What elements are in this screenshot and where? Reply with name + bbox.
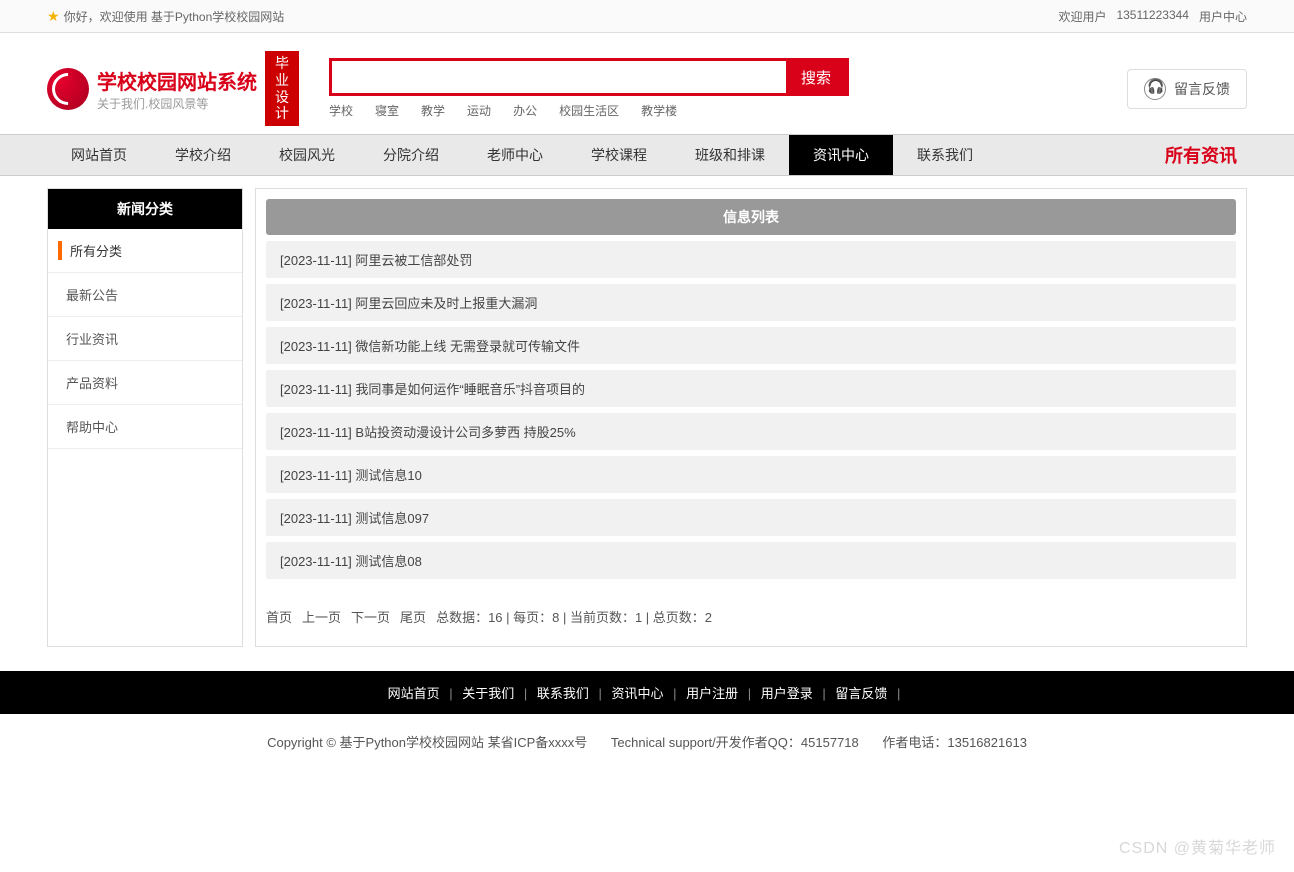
search-tag[interactable]: 寝室 <box>375 102 399 119</box>
search-input[interactable] <box>332 61 786 93</box>
nav-item[interactable]: 老师中心 <box>463 135 567 175</box>
site-subtitle: 关于我们.校园风景等 <box>97 95 257 112</box>
list-item[interactable]: [2023-11-11] 测试信息08 <box>266 542 1236 579</box>
welcome-text: 你好，欢迎使用 基于Python学校校园网站 <box>64 8 285 25</box>
list-item[interactable]: [2023-11-11] 阿里云被工信部处罚 <box>266 241 1236 278</box>
pager-first[interactable]: 首页 <box>266 607 292 626</box>
nav-item[interactable]: 联系我们 <box>893 135 997 175</box>
list-item[interactable]: [2023-11-11] B站投资动漫设计公司多萝西 持股25% <box>266 413 1236 450</box>
nav-item[interactable]: 网站首页 <box>47 135 151 175</box>
pager-last[interactable]: 尾页 <box>400 607 426 626</box>
footer-link[interactable]: 资讯中心 <box>611 686 663 701</box>
user-center-link[interactable]: 用户中心 <box>1199 8 1247 25</box>
search-tag[interactable]: 运动 <box>467 102 491 119</box>
nav-item[interactable]: 校园风光 <box>255 135 359 175</box>
list-title: 信息列表 <box>266 199 1236 235</box>
main-nav: 网站首页学校介绍校园风光分院介绍老师中心学校课程班级和排课资讯中心联系我们 所有资… <box>0 134 1294 176</box>
footer-link[interactable]: 网站首页 <box>388 686 440 701</box>
list-item[interactable]: [2023-11-11] 我同事是如何运作“睡眠音乐”抖音项目的 <box>266 370 1236 407</box>
search-button[interactable]: 搜索 <box>786 61 846 93</box>
site-title: 学校校园网站系统 <box>97 66 257 95</box>
footer-nav: 网站首页 | 关于我们 | 联系我们 | 资讯中心 | 用户注册 | 用户登录 … <box>0 671 1294 714</box>
list-item[interactable]: [2023-11-11] 测试信息097 <box>266 499 1236 536</box>
logo-icon <box>47 68 89 110</box>
nav-item[interactable]: 分院介绍 <box>359 135 463 175</box>
nav-all-news[interactable]: 所有资讯 <box>1165 135 1247 175</box>
pager-prev[interactable]: 上一页 <box>302 607 341 626</box>
sidebar: 新闻分类 所有分类最新公告行业资讯产品资料帮助中心 <box>47 188 243 647</box>
nav-item[interactable]: 班级和排课 <box>671 135 789 175</box>
headset-icon <box>1144 78 1166 100</box>
pager-next[interactable]: 下一页 <box>351 607 390 626</box>
search-tag[interactable]: 学校 <box>329 102 353 119</box>
user-phone-link[interactable]: 13511223344 <box>1116 8 1189 25</box>
sidebar-item[interactable]: 最新公告 <box>48 273 242 317</box>
search-tag[interactable]: 校园生活区 <box>559 102 619 119</box>
nav-item[interactable]: 学校课程 <box>567 135 671 175</box>
pager-stats: 总数据：16 | 每页：8 | 当前页数：1 | 总页数：2 <box>436 607 712 626</box>
footer-link[interactable]: 用户注册 <box>686 686 738 701</box>
watermark: CSDN @黄菊华老师 <box>1119 834 1276 858</box>
list-item[interactable]: [2023-11-11] 测试信息10 <box>266 456 1236 493</box>
footer-link[interactable]: 用户登录 <box>761 686 813 701</box>
search-tag[interactable]: 教学 <box>421 102 445 119</box>
welcome-user-label: 欢迎用户 <box>1058 8 1106 25</box>
content-panel: 信息列表 [2023-11-11] 阿里云被工信部处罚 [2023-11-11] … <box>255 188 1247 647</box>
sidebar-item[interactable]: 所有分类 <box>48 229 242 273</box>
list-item[interactable]: [2023-11-11] 微信新功能上线 无需登录就可传输文件 <box>266 327 1236 364</box>
feedback-button[interactable]: 留言反馈 <box>1127 69 1247 109</box>
sidebar-item[interactable]: 帮助中心 <box>48 405 242 449</box>
search-tag[interactable]: 教学楼 <box>641 102 677 119</box>
logo-block[interactable]: 学校校园网站系统 关于我们.校园风景等 毕业 设计 <box>47 51 299 126</box>
sidebar-item[interactable]: 产品资料 <box>48 361 242 405</box>
sidebar-title: 新闻分类 <box>48 189 242 229</box>
logo-badge: 毕业 设计 <box>265 51 299 126</box>
header: 学校校园网站系统 关于我们.校园风景等 毕业 设计 搜索 学校 寝室 教学 运动 办公 校… <box>47 33 1247 134</box>
footer-link[interactable]: 联系我们 <box>537 686 589 701</box>
feedback-label: 留言反馈 <box>1174 79 1230 99</box>
sidebar-item[interactable]: 行业资讯 <box>48 317 242 361</box>
search-tags: 学校 寝室 教学 运动 办公 校园生活区 教学楼 <box>329 102 849 119</box>
footer-link[interactable]: 留言反馈 <box>835 686 887 701</box>
pager: 首页 上一页 下一页 尾页 总数据：16 | 每页：8 | 当前页数：1 | 总… <box>266 607 1236 626</box>
nav-item[interactable]: 学校介绍 <box>151 135 255 175</box>
copyright: Copyright © 基于Python学校校园网站 某省ICP备xxxx号 T… <box>0 714 1294 791</box>
top-bar: ★ 你好，欢迎使用 基于Python学校校园网站 欢迎用户 1351122334… <box>0 0 1294 33</box>
footer-link[interactable]: 关于我们 <box>462 686 514 701</box>
search-block: 搜索 学校 寝室 教学 运动 办公 校园生活区 教学楼 <box>329 58 849 119</box>
star-icon: ★ <box>47 8 60 25</box>
nav-item[interactable]: 资讯中心 <box>789 135 893 175</box>
search-tag[interactable]: 办公 <box>513 102 537 119</box>
list-item[interactable]: [2023-11-11] 阿里云回应未及时上报重大漏洞 <box>266 284 1236 321</box>
